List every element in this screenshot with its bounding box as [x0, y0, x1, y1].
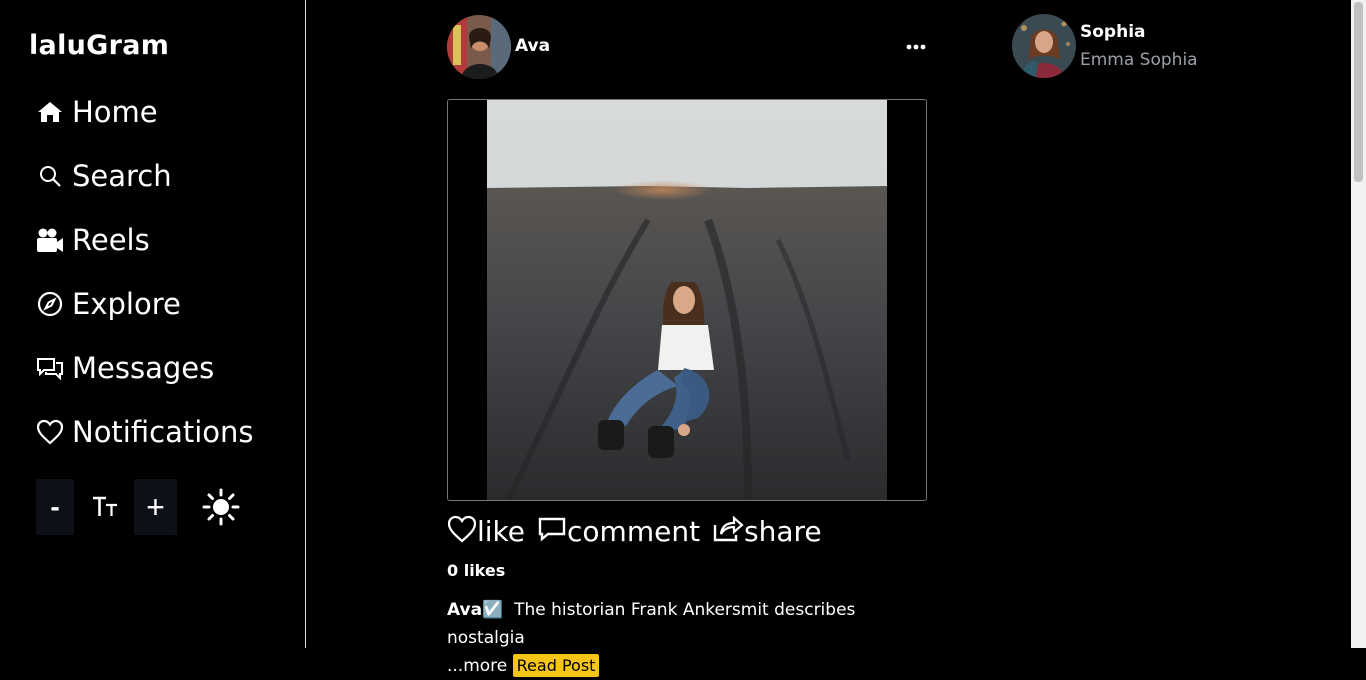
sidebar-item-label: Search [72, 159, 172, 193]
share-icon [712, 515, 744, 547]
text-size-icon [88, 479, 122, 535]
likes-count: 0 likes [447, 561, 506, 580]
profile-card[interactable]: Sophia Emma Sophia [1012, 14, 1252, 80]
sidebar-item-label: Explore [72, 287, 181, 321]
sidebar-item-label: Notifications [72, 415, 254, 449]
comment-icon [537, 515, 567, 547]
search-icon [36, 162, 64, 190]
decrease-font-button[interactable]: - [36, 479, 74, 535]
chat-icon [36, 354, 64, 382]
comment-label: comment [567, 514, 701, 548]
profile-username[interactable]: Sophia [1080, 22, 1146, 42]
post-author[interactable]: Ava [515, 36, 550, 56]
post-actions: like comment share [447, 510, 834, 552]
sidebar-item-messages[interactable]: Messages [36, 348, 214, 388]
heart-icon [36, 418, 64, 446]
avatar[interactable] [447, 15, 511, 79]
post-image[interactable] [447, 99, 927, 501]
sidebar-item-explore[interactable]: Explore [36, 284, 181, 324]
comment-button[interactable]: comment [537, 515, 700, 548]
sidebar-item-label: Messages [72, 351, 215, 385]
post-caption: Ava☑️ The historian Frank Ankersmit desc… [447, 596, 927, 680]
increase-font-button[interactable]: + [134, 479, 177, 535]
caption-text: The historian Frank Ankersmit describes … [447, 600, 856, 648]
caption-more-link[interactable]: ...more [447, 656, 507, 676]
sidebar-item-label: Home [72, 95, 158, 129]
sidebar-item-notifications[interactable]: Notifications [36, 412, 254, 452]
more-options-icon[interactable] [905, 37, 927, 57]
scrollbar-thumb[interactable] [1354, 2, 1363, 182]
heart-icon [447, 515, 477, 547]
sun-icon[interactable] [200, 479, 242, 535]
profile-fullname: Emma Sophia [1080, 50, 1198, 70]
verified-icon: ☑️ [482, 600, 504, 620]
share-button[interactable]: share [712, 515, 822, 548]
compass-icon [36, 290, 64, 318]
like-button[interactable]: like [447, 515, 525, 548]
read-post-button[interactable]: Read Post [512, 654, 600, 677]
avatar[interactable] [1012, 14, 1076, 78]
sidebar-item-home[interactable]: Home [36, 92, 158, 132]
home-icon [36, 98, 64, 126]
font-theme-controls: - + [36, 479, 256, 535]
like-label: like [477, 514, 526, 548]
sidebar: laluGram Home Search Reels Explore Messa… [0, 0, 306, 648]
page-scrollbar[interactable] [1351, 0, 1366, 648]
caption-username[interactable]: Ava [447, 600, 482, 620]
share-label: share [744, 514, 822, 548]
sidebar-item-label: Reels [72, 223, 150, 257]
sidebar-item-search[interactable]: Search [36, 156, 172, 196]
app-logo[interactable]: laluGram [29, 30, 169, 61]
video-camera-icon [36, 226, 64, 254]
post-header: Ava [447, 15, 927, 79]
sidebar-item-reels[interactable]: Reels [36, 220, 150, 260]
